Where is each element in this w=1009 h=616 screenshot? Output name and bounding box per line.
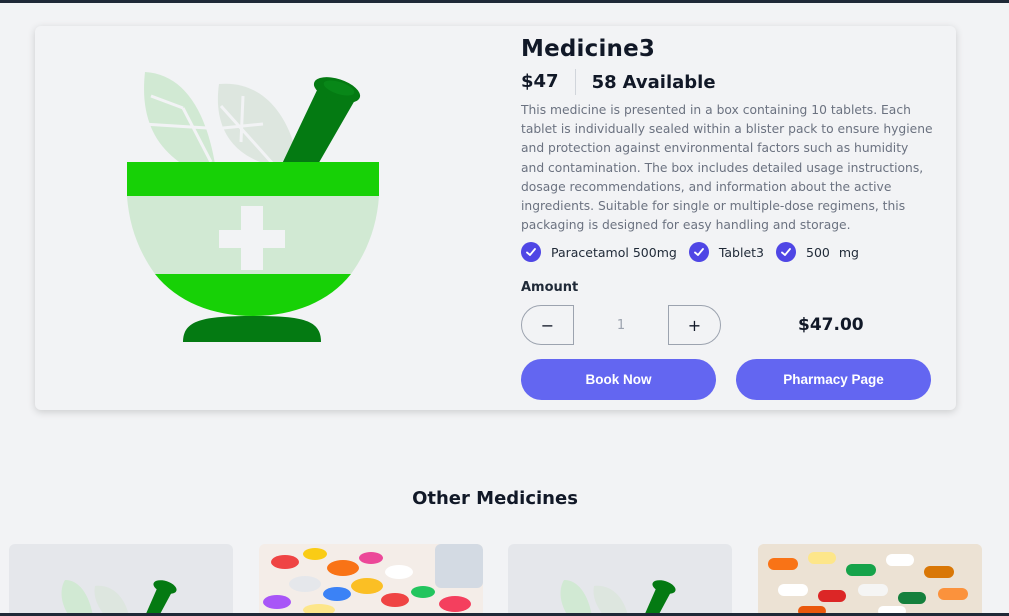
product-details: Medicine3 $47 58 Available This medicine … [521,34,941,401]
colorful-pills-photo [259,544,483,616]
tag-item: Tablet3 [688,242,764,263]
action-buttons: Book Now Pharmacy Page [521,359,941,401]
available-label: Available [622,71,716,93]
other-medicines-heading: Other Medicines [412,488,578,509]
decrement-button[interactable]: − [521,305,574,346]
medicine-card-thumbnail[interactable] [758,544,982,616]
medicine-card-thumbnail[interactable] [259,544,483,616]
product-price: $47 [521,69,576,95]
check-circle-icon [776,242,796,263]
mortar-pestle-icon [61,580,177,616]
tag-label: Tablet3 [718,244,764,260]
amount-label: Amount [521,280,579,296]
check-circle-icon [521,242,541,263]
product-description: This medicine is presented in a box cont… [521,103,933,233]
book-now-button[interactable]: Book Now [521,359,716,401]
tag-label: 500 [806,244,830,260]
mortar-pestle-image [127,72,379,342]
tag-unit: mg [838,244,859,260]
capsules-photo [758,544,982,616]
price-row: $47 58 Available [521,67,941,97]
pharmacy-page-button[interactable]: Pharmacy Page [736,359,931,401]
availability: 58 Available [592,72,716,93]
available-count: 58 [591,71,617,93]
increment-button[interactable]: + [668,305,721,346]
top-border [0,0,1009,3]
quantity-stepper: − 1 + $47.00 [521,305,941,346]
medicine-card-thumbnail[interactable] [508,544,732,616]
product-card: Medicine3 $47 58 Available This medicine … [35,26,956,410]
check-circle-icon [688,242,709,263]
mortar-pestle-icon [560,580,676,616]
tag-label: Paracetamol 500mg [551,244,677,260]
product-title: Medicine3 [521,36,656,62]
product-tags: Paracetamol 500mg Tablet3 500 mg [521,240,941,264]
tag-item: Paracetamol 500mg [521,242,677,263]
total-price: $47.00 [798,315,864,336]
medicine-card-thumbnail[interactable] [9,544,233,616]
quantity-value: 1 [616,317,626,333]
tag-item: 500 mg [776,242,859,263]
